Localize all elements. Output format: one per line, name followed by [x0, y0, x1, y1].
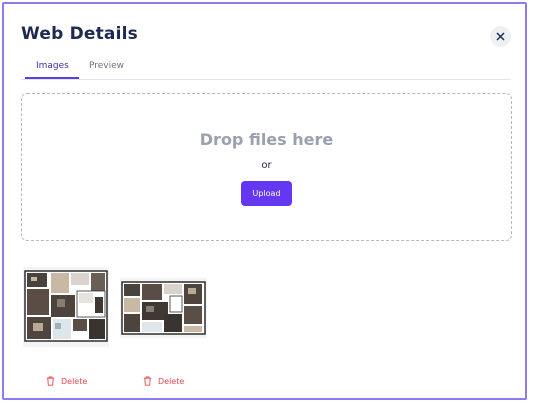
dropzone-or-text: or: [261, 160, 272, 171]
modal-title: Web Details: [21, 24, 138, 44]
floor-plan-image-1: [23, 267, 109, 347]
delete-label: Delete: [61, 376, 88, 386]
tab-preview[interactable]: Preview: [89, 61, 124, 71]
floor-plan-thumbnail-1[interactable]: [23, 267, 109, 347]
close-icon: [496, 32, 505, 41]
upload-button[interactable]: Upload: [241, 181, 292, 206]
trash-icon: [46, 376, 55, 386]
delete-label: Delete: [158, 376, 185, 386]
close-button[interactable]: [490, 26, 511, 47]
delete-image-2-button[interactable]: Delete: [143, 376, 184, 386]
floor-plan-thumbnail-2[interactable]: [120, 278, 207, 338]
trash-icon: [143, 376, 152, 386]
active-tab-indicator: [25, 77, 79, 79]
tab-bar: Images Preview: [21, 59, 511, 80]
tab-images[interactable]: Images: [36, 61, 69, 71]
delete-image-1-button[interactable]: Delete: [46, 376, 87, 386]
web-details-modal: Web Details Images Preview Drop files he…: [2, 2, 527, 400]
floor-plan-image-2: [120, 278, 207, 338]
dropzone-title: Drop files here: [199, 130, 334, 149]
file-dropzone[interactable]: Drop files here or Upload: [21, 93, 512, 241]
